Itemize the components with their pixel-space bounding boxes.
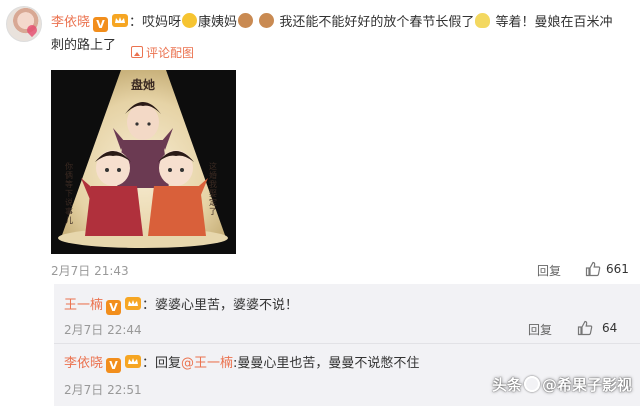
reply-timestamp[interactable]: 2月7日 22:44 xyxy=(64,321,142,338)
crown-vip-icon xyxy=(112,14,129,27)
reply-1-text: 王一楠 V ：婆婆心里苦，婆婆不说！ xyxy=(64,296,298,315)
post-text-segment: 康姨妈 xyxy=(198,15,238,30)
verified-badge-icon: V xyxy=(106,358,122,373)
verified-badge-icon: V xyxy=(93,17,109,32)
image-side-text-right: 这婚我娶定了 xyxy=(209,162,217,216)
watermark-logo-icon xyxy=(523,376,540,392)
mention-link[interactable]: @王一楠 xyxy=(181,356,233,371)
candle-emoji-icon xyxy=(475,13,491,28)
post-timestamp[interactable]: 2月7日 21:43 xyxy=(51,262,129,279)
reply-text-suffix: :曼曼心里也苦，曼曼不说憋不住 xyxy=(233,356,420,371)
verified-badge-icon: V xyxy=(106,300,122,315)
post-text-line2: 刺的路上了 xyxy=(51,38,117,53)
post-attached-image[interactable]: 盘她 你俩等下说事儿 这婚我娶定了 xyxy=(51,70,236,254)
reply-text-prefix: ：回复 xyxy=(142,356,182,371)
post-text-segment: ：哎妈呀 xyxy=(129,15,182,30)
thumbs-up-icon[interactable] xyxy=(585,261,601,277)
see-no-evil-monkey-emoji-icon xyxy=(238,13,254,28)
post-text-segment: 我还能不能好好的放个春节长假了 xyxy=(279,15,475,30)
crown-vip-icon xyxy=(125,297,142,310)
reply-timestamp[interactable]: 2月7日 22:51 xyxy=(64,381,142,398)
author-avatar[interactable] xyxy=(6,6,42,42)
thumbs-up-icon[interactable] xyxy=(577,320,593,336)
picture-icon xyxy=(131,46,143,58)
image-caption-title: 盘她 xyxy=(131,78,156,92)
reply-2-text: 李依晓 V ：回复@王一楠:曼曼心里也苦，曼曼不说憋不住 xyxy=(64,354,419,373)
comment-with-picture-link[interactable]: 评论配图 xyxy=(131,44,194,61)
reply-author-name[interactable]: 王一楠 xyxy=(64,298,103,313)
like-count: 64 xyxy=(602,321,618,335)
reply-divider xyxy=(54,343,640,344)
post-author-name[interactable]: 李依晓 xyxy=(51,15,90,30)
comment-with-picture-label: 评论配图 xyxy=(146,46,195,60)
watermark-suffix: @希果子影视 xyxy=(541,376,632,394)
post-text-line1: 李依晓 V ：哎妈呀 康姨妈 我还能不能好好的放个春节长假了 等着！曼娘在百米冲 xyxy=(51,13,613,32)
reply-button[interactable]: 回复 xyxy=(528,321,552,338)
see-no-evil-monkey-emoji-icon xyxy=(259,13,275,28)
like-count: 661 xyxy=(606,262,629,276)
reply-button[interactable]: 回复 xyxy=(537,262,561,279)
laugh-cry-emoji-icon xyxy=(182,13,198,28)
reply-author-name[interactable]: 李依晓 xyxy=(64,356,103,371)
post-text-segment: 等着！曼娘在百米冲 xyxy=(495,15,613,30)
reply-text: ：婆婆心里苦，婆婆不说！ xyxy=(142,298,299,313)
watermark: 头条 @希果子影视 xyxy=(492,374,632,395)
image-side-text-left: 你俩等下说事儿 xyxy=(65,162,73,225)
watermark-prefix: 头条 xyxy=(491,376,522,394)
crown-vip-icon xyxy=(125,355,142,368)
